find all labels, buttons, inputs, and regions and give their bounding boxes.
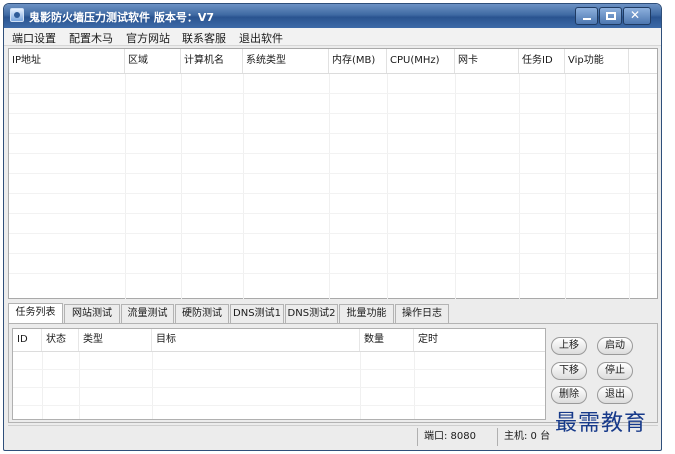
task-column-schedule[interactable]: 定时 bbox=[414, 329, 545, 351]
header-divider bbox=[9, 73, 657, 74]
row-divider bbox=[9, 253, 657, 254]
column-divider bbox=[387, 73, 388, 299]
column-divider bbox=[42, 351, 43, 419]
tab-operation-log[interactable]: 操作日志 bbox=[395, 304, 449, 323]
row-divider bbox=[13, 369, 545, 370]
row-divider bbox=[9, 133, 657, 134]
menu-contact-support[interactable]: 联系客服 bbox=[182, 30, 226, 46]
menu-configure-trojan[interactable]: 配置木马 bbox=[69, 30, 113, 46]
column-divider bbox=[360, 351, 361, 419]
tab-task-list[interactable]: 任务列表 bbox=[8, 303, 63, 323]
task-list-table[interactable]: ID 状态 类型 目标 数量 定时 bbox=[12, 328, 546, 420]
title-bar[interactable]: 鬼影防火墙压力测试软件 版本号：V7 ✕ bbox=[4, 4, 661, 28]
row-divider bbox=[9, 273, 657, 274]
main-window: 鬼影防火墙压力测试软件 版本号：V7 ✕ 端口设置 配置木马 官方网站 联系客服… bbox=[3, 3, 662, 451]
column-divider bbox=[629, 73, 630, 299]
tab-batch-functions[interactable]: 批量功能 bbox=[339, 304, 394, 323]
tab-strip: 任务列表 网站测试 流量测试 硬防测试 DNS测试1 DNS测试2 批量功能 操… bbox=[8, 303, 658, 323]
column-divider bbox=[519, 73, 520, 299]
minimize-icon bbox=[583, 18, 591, 20]
host-list-table[interactable]: IP地址 区域 计算机名 系统类型 内存(MB) CPU(MHz) 网卡 任务I… bbox=[8, 48, 658, 299]
delete-button[interactable]: 删除 bbox=[551, 386, 587, 404]
menu-official-site[interactable]: 官方网站 bbox=[126, 30, 170, 46]
column-header-memory[interactable]: 内存(MB) bbox=[329, 49, 387, 73]
maximize-button[interactable] bbox=[599, 7, 622, 25]
tab-website-test[interactable]: 网站测试 bbox=[64, 304, 120, 323]
row-divider bbox=[9, 193, 657, 194]
column-header-os-type[interactable]: 系统类型 bbox=[243, 49, 329, 73]
menu-exit-software[interactable]: 退出软件 bbox=[239, 30, 283, 46]
move-up-button[interactable]: 上移 bbox=[551, 337, 587, 355]
maximize-icon bbox=[606, 12, 616, 20]
menu-bar: 端口设置 配置木马 官方网站 联系客服 退出软件 bbox=[4, 28, 661, 46]
status-port: 端口: 8080 bbox=[417, 428, 497, 446]
column-header-cpu[interactable]: CPU(MHz) bbox=[387, 49, 455, 73]
exit-button[interactable]: 退出 bbox=[597, 386, 633, 404]
close-icon: ✕ bbox=[630, 8, 641, 22]
minimize-button[interactable] bbox=[575, 7, 598, 25]
task-column-count[interactable]: 数量 bbox=[360, 329, 414, 351]
column-header-task-id[interactable]: 任务ID bbox=[519, 49, 565, 73]
task-column-id[interactable]: ID bbox=[13, 329, 42, 351]
menu-port-settings[interactable]: 端口设置 bbox=[12, 30, 56, 46]
close-button[interactable]: ✕ bbox=[623, 7, 651, 25]
start-button[interactable]: 启动 bbox=[597, 337, 633, 355]
column-header-vip[interactable]: Vip功能 bbox=[565, 49, 629, 73]
tab-dns-test-1[interactable]: DNS测试1 bbox=[230, 304, 284, 323]
column-divider bbox=[152, 351, 153, 419]
row-divider bbox=[13, 405, 545, 406]
row-divider bbox=[9, 93, 657, 94]
row-divider bbox=[9, 233, 657, 234]
row-divider bbox=[9, 213, 657, 214]
column-header-ip[interactable]: IP地址 bbox=[9, 49, 125, 73]
task-column-status[interactable]: 状态 bbox=[42, 329, 79, 351]
app-logo-icon bbox=[10, 8, 24, 22]
window-title: 鬼影防火墙压力测试软件 版本号：V7 bbox=[29, 11, 214, 24]
row-divider bbox=[9, 153, 657, 154]
task-column-type[interactable]: 类型 bbox=[79, 329, 152, 351]
row-divider bbox=[9, 173, 657, 174]
row-divider bbox=[13, 387, 545, 388]
header-divider bbox=[13, 351, 545, 352]
row-divider bbox=[9, 113, 657, 114]
watermark-text: 最需教育 bbox=[555, 411, 648, 436]
tab-traffic-test[interactable]: 流量测试 bbox=[121, 304, 174, 323]
task-column-target[interactable]: 目标 bbox=[152, 329, 360, 351]
move-down-button[interactable]: 下移 bbox=[551, 362, 587, 380]
stop-button[interactable]: 停止 bbox=[597, 362, 633, 380]
column-divider bbox=[455, 73, 456, 299]
tab-hardware-firewall-test[interactable]: 硬防测试 bbox=[175, 304, 229, 323]
column-divider bbox=[565, 73, 566, 299]
column-header-computer-name[interactable]: 计算机名 bbox=[181, 49, 243, 73]
column-header-nic[interactable]: 网卡 bbox=[455, 49, 519, 73]
column-divider bbox=[79, 351, 80, 419]
column-header-spacer bbox=[629, 49, 657, 73]
column-divider bbox=[414, 351, 415, 419]
column-divider bbox=[329, 73, 330, 299]
column-divider bbox=[125, 73, 126, 299]
column-divider bbox=[181, 73, 182, 299]
tab-dns-test-2[interactable]: DNS测试2 bbox=[285, 304, 338, 323]
column-divider bbox=[243, 73, 244, 299]
column-header-region[interactable]: 区域 bbox=[125, 49, 181, 73]
